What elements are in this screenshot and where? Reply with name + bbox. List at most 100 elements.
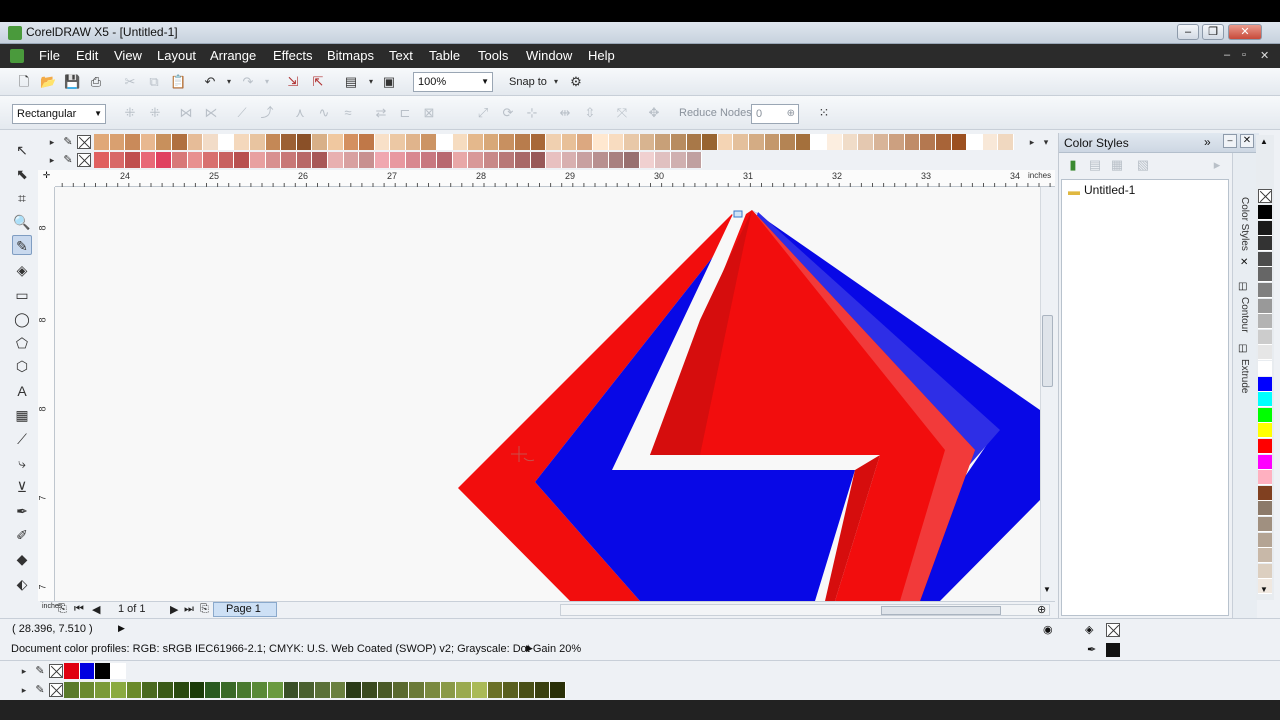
color-swatch[interactable] — [780, 134, 796, 150]
color-swatch[interactable] — [189, 682, 206, 698]
color-swatch[interactable] — [795, 134, 812, 150]
tab-extrude[interactable]: Extrude — [1239, 359, 1250, 393]
color-swatch[interactable] — [608, 152, 625, 168]
palette-menu-icon[interactable]: ▸ — [44, 152, 60, 168]
color-swatch[interactable] — [1258, 548, 1272, 564]
zoom-level-combo[interactable]: 100% ▼ — [413, 72, 493, 92]
color-swatch[interactable] — [283, 682, 300, 698]
menu-arrange[interactable]: Arrange — [210, 48, 256, 63]
eyedropper-tool-icon[interactable]: ✒ — [12, 501, 32, 521]
interactive-fill-tool-icon[interactable]: ⬖ — [12, 574, 32, 594]
text-tool-icon[interactable]: A — [12, 381, 32, 401]
application-launcher-icon[interactable]: ▤ — [343, 74, 359, 90]
color-swatch[interactable] — [546, 152, 562, 168]
welcome-screen-icon[interactable]: ▣ — [381, 74, 397, 90]
mdi-close-button[interactable]: ✕ — [1260, 49, 1269, 62]
last-page-icon[interactable]: ⏭ — [184, 603, 194, 616]
color-swatch[interactable] — [327, 134, 344, 150]
color-swatch[interactable] — [717, 134, 734, 150]
menu-view[interactable]: View — [114, 48, 142, 63]
color-swatch[interactable] — [483, 134, 500, 150]
add-node-icon[interactable]: ⁜ — [122, 105, 138, 121]
color-swatch[interactable] — [811, 134, 827, 150]
color-swatch[interactable] — [1258, 423, 1272, 439]
color-swatch[interactable] — [1258, 439, 1272, 454]
color-swatch[interactable] — [1258, 329, 1272, 345]
tree-item-document[interactable]: Untitled-1 — [1084, 183, 1135, 197]
color-swatch[interactable] — [468, 134, 484, 150]
color-swatch[interactable] — [409, 682, 425, 698]
open-folder-icon[interactable]: 📂 — [40, 74, 56, 90]
align-nodes-icon[interactable]: ⊹ — [524, 105, 540, 121]
color-swatch[interactable] — [1258, 267, 1272, 283]
close-button[interactable]: ✕ — [1228, 24, 1262, 40]
color-swatch[interactable] — [1258, 376, 1272, 392]
color-swatch[interactable] — [670, 152, 687, 168]
color-swatch[interactable] — [281, 134, 297, 150]
color-swatch[interactable] — [390, 134, 406, 150]
color-swatch[interactable] — [393, 682, 410, 698]
color-swatch[interactable] — [64, 682, 80, 698]
color-swatch[interactable] — [1258, 485, 1272, 501]
snap-to-button[interactable]: Snap to — [509, 76, 547, 88]
color-swatch[interactable] — [421, 152, 438, 168]
color-swatch[interactable] — [499, 134, 516, 150]
color-swatch[interactable] — [330, 682, 347, 698]
color-swatch[interactable] — [265, 134, 282, 150]
status-expand-icon[interactable]: ▶ — [118, 623, 125, 634]
snapshot-icon[interactable]: ◉ — [1043, 623, 1053, 636]
no-fill-swatch[interactable] — [77, 135, 91, 149]
color-swatch[interactable] — [315, 682, 331, 698]
color-swatch[interactable] — [593, 134, 609, 150]
color-swatch[interactable] — [826, 134, 843, 150]
menu-edit[interactable]: Edit — [76, 48, 98, 63]
add-page-before-icon[interactable]: ⎘ — [58, 603, 67, 616]
color-swatch[interactable] — [471, 682, 488, 698]
minimize-button[interactable]: – — [1177, 24, 1199, 40]
new-document-icon[interactable]: 🗋 — [16, 74, 32, 90]
vertical-ruler[interactable]: 8 8 8 7 7 — [38, 187, 55, 601]
color-swatch[interactable] — [405, 134, 422, 150]
color-swatch[interactable] — [312, 134, 328, 150]
color-swatch[interactable] — [156, 152, 172, 168]
color-swatch[interactable] — [889, 134, 905, 150]
reduce-nodes-label[interactable]: Reduce Nodes — [679, 107, 752, 119]
color-swatch[interactable] — [171, 152, 188, 168]
color-swatch[interactable] — [748, 134, 765, 150]
color-swatch[interactable] — [904, 134, 921, 150]
tab-close-icon[interactable]: ✕ — [1240, 257, 1248, 268]
snap-to-dropdown-icon[interactable]: ▾ — [548, 74, 564, 90]
color-swatch[interactable] — [95, 663, 111, 679]
color-swatch[interactable] — [94, 134, 110, 150]
color-swatch[interactable] — [577, 134, 593, 150]
fill-none-indicator[interactable] — [1106, 623, 1120, 637]
color-swatch[interactable] — [1258, 205, 1272, 220]
color-swatch[interactable] — [577, 152, 593, 168]
horizontal-scroll-thumb[interactable] — [881, 606, 1001, 615]
previous-page-icon[interactable]: ◀ — [92, 603, 100, 616]
extract-subpath-icon[interactable]: ⊠ — [421, 105, 437, 121]
color-swatch[interactable] — [140, 134, 157, 150]
color-swatch[interactable] — [299, 682, 315, 698]
table-tool-icon[interactable]: ▦ — [12, 405, 32, 425]
color-swatch[interactable] — [234, 152, 250, 168]
color-swatch[interactable] — [109, 152, 126, 168]
undo-icon[interactable]: ↶ — [202, 74, 218, 90]
basic-shapes-tool-icon[interactable]: ⬡ — [12, 356, 32, 376]
outline-color-indicator[interactable] — [1106, 643, 1120, 657]
cut-icon[interactable]: ✂ — [122, 74, 138, 90]
color-swatch[interactable] — [546, 134, 562, 150]
color-swatch[interactable] — [1258, 470, 1272, 486]
color-swatch[interactable] — [1258, 361, 1272, 376]
color-swatch[interactable] — [518, 682, 535, 698]
color-swatch[interactable] — [530, 152, 547, 168]
color-swatch[interactable] — [920, 134, 937, 150]
pick-tool-icon[interactable]: ↖ — [12, 140, 32, 160]
menu-layout[interactable]: Layout — [157, 48, 196, 63]
docker-minimize-button[interactable]: – — [1223, 134, 1237, 148]
color-swatch[interactable] — [374, 152, 391, 168]
color-swatch[interactable] — [1258, 532, 1272, 548]
color-swatch[interactable] — [483, 152, 500, 168]
redo-icon[interactable]: ↷ — [240, 74, 256, 90]
tab-color-styles[interactable]: Color Styles — [1239, 197, 1250, 251]
